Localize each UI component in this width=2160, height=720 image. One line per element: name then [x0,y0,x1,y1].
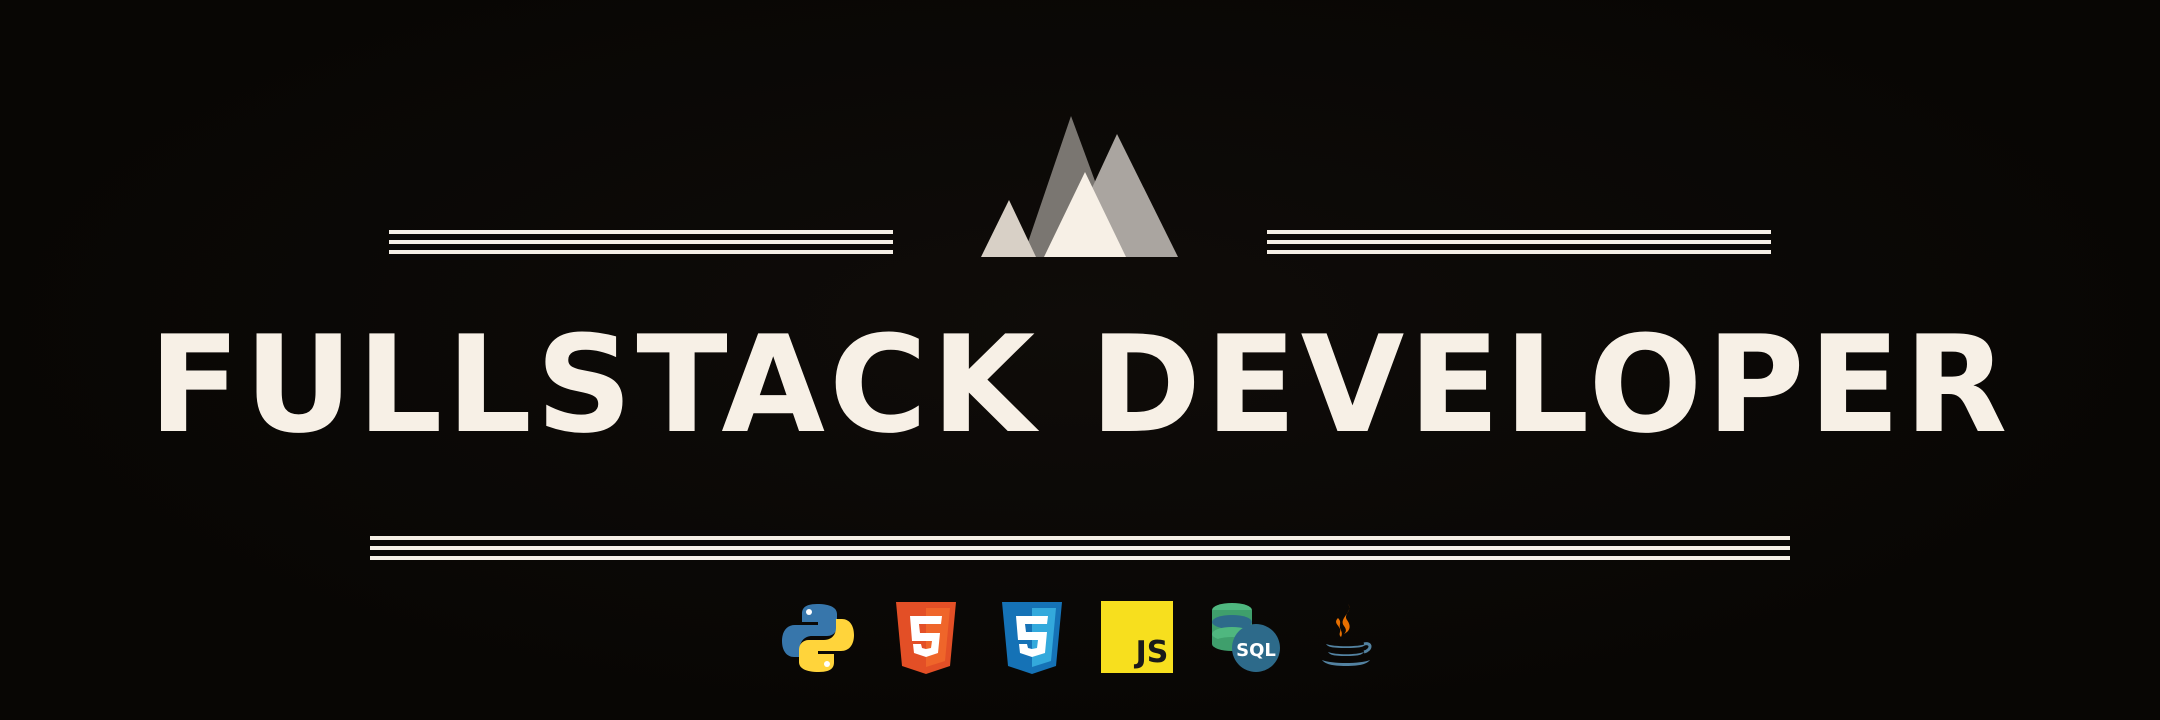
decorative-stripes-left [389,230,893,254]
sql-database-icon: SQL [1212,603,1280,672]
headline: FULLSTACK DEVELOPER [148,307,2012,463]
banner: FULLSTACK DEVELOPER JS SQL [0,0,2160,720]
tech-icons-row: JS SQL [0,600,2160,680]
python-icon [782,604,854,672]
decorative-stripes-right [1267,230,1771,254]
html5-icon [896,602,956,674]
java-icon [1322,604,1372,666]
mountain-logo-icon [981,116,1178,257]
css3-icon [1002,602,1062,674]
svg-text:JS: JS [1134,635,1169,670]
decorative-stripes-bottom [370,536,1790,560]
javascript-icon: JS [1101,601,1173,673]
svg-text:SQL: SQL [1236,640,1276,661]
